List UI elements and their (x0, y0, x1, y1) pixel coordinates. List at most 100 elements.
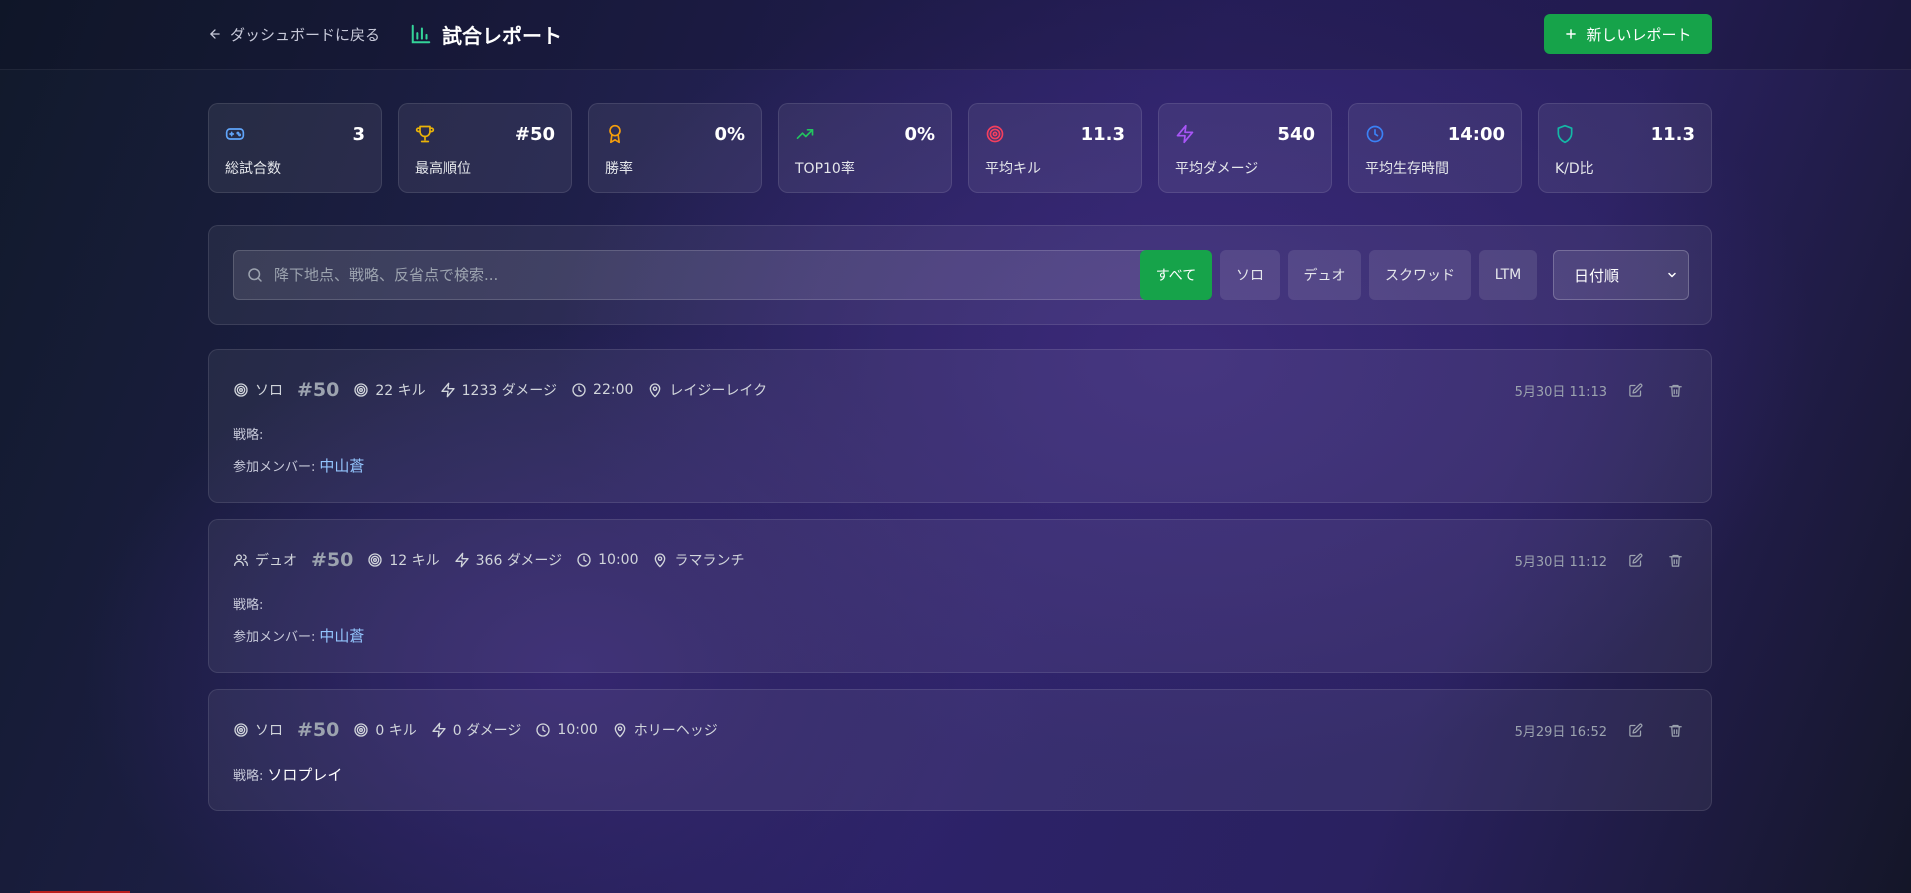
zap-icon (440, 382, 455, 398)
top-bar: ダッシュボードに戻る 試合レポート 新しいレポート (0, 0, 1911, 70)
match-damage-value: 1233 ダメージ (461, 383, 558, 399)
back-to-dashboard-link[interactable]: ダッシュボードに戻る (208, 22, 380, 46)
match-meta: 5月30日 11:12 (1515, 548, 1687, 572)
edit-button[interactable] (1623, 718, 1647, 742)
back-label: ダッシュボードに戻る (230, 25, 381, 44)
map-pin-icon (655, 553, 666, 568)
delete-button[interactable] (1663, 548, 1687, 572)
target-icon (234, 723, 248, 737)
edit-icon (1628, 723, 1642, 737)
target-icon (986, 125, 1004, 143)
delete-button[interactable] (1663, 718, 1687, 742)
stat-card-avg-damage: 540 平均ダメージ (1158, 103, 1332, 193)
sort-label: 日付順 (1574, 266, 1620, 285)
match-kills-value: 12 キル (389, 553, 440, 569)
chevron-down-icon (1668, 272, 1676, 278)
match-damage-value: 0 ダメージ (452, 723, 522, 739)
stat-label: 最高順位 (415, 161, 471, 177)
bar-chart-icon (411, 24, 431, 44)
trash-icon (1668, 384, 1682, 397)
gamepad-icon (225, 128, 245, 140)
arrow-left-icon (210, 29, 220, 39)
match-card[interactable]: デュオ #50 12 キル 366 ダメージ 10:00 ラマランチ 5月30日… (208, 519, 1712, 673)
match-meta: 5月29日 16:52 (1515, 718, 1687, 742)
edit-button[interactable] (1623, 548, 1647, 572)
match-time-value: 22:00 (593, 382, 634, 398)
match-meta: 5月30日 11:13 (1515, 378, 1687, 402)
stat-value: 0% (714, 124, 745, 145)
match-location: レイジーレイク (647, 380, 767, 400)
plus-icon (1566, 29, 1577, 39)
search-box (233, 250, 1173, 300)
clock-icon (1366, 125, 1384, 143)
stat-label: 総試合数 (225, 161, 281, 177)
search-icon (248, 268, 262, 282)
match-damage: 1233 ダメージ (440, 380, 557, 400)
stats-row: 3 総試合数 #50 最高順位 0% 勝率 0% TOP10率 11.3 平均キ… (208, 103, 1712, 193)
match-mode-label: ソロ (255, 723, 283, 739)
edit-icon (1628, 553, 1642, 567)
strategy-value: ソロプレイ (267, 766, 343, 784)
map-pin-icon (614, 723, 626, 738)
stat-card-top10-rate: 0% TOP10率 (778, 103, 952, 193)
stat-card-total-matches: 3 総試合数 (208, 103, 382, 193)
match-mode: デュオ (233, 550, 297, 570)
match-mode-label: ソロ (255, 383, 283, 399)
clock-icon (577, 553, 591, 567)
stat-value: 3 (352, 124, 365, 145)
mode-filter-all[interactable]: すべて (1140, 250, 1212, 300)
match-strategy: 戦略: (233, 424, 267, 443)
match-location: ホリーヘッジ (612, 720, 718, 740)
map-pin-icon (650, 383, 661, 398)
target-icon (354, 723, 369, 737)
target-icon (368, 553, 383, 567)
match-mode: ソロ (233, 720, 283, 740)
sort-select[interactable]: 日付順 (1553, 250, 1689, 300)
stat-value: 0% (904, 124, 935, 145)
stat-label: 平均キル (985, 161, 1041, 177)
stat-label: K/D比 (1555, 161, 1594, 177)
mode-filter-solo[interactable]: ソロ (1220, 250, 1280, 300)
match-location-value: ホリーヘッジ (633, 723, 718, 739)
delete-button[interactable] (1663, 378, 1687, 402)
trending-up-icon (796, 129, 814, 139)
page-title-text: 試合レポート (442, 23, 562, 48)
stat-value: 540 (1277, 124, 1315, 145)
match-members: 参加メンバー: 中山蒼 (233, 625, 364, 646)
new-report-label: 新しいレポート (1586, 25, 1692, 44)
match-damage: 366 ダメージ (454, 550, 562, 570)
match-card[interactable]: ソロ #50 22 キル 1233 ダメージ 22:00 レイジーレイク 5月3… (208, 349, 1712, 503)
mode-filter-squad[interactable]: スクワッド (1369, 250, 1471, 300)
stat-value: 14:00 (1447, 124, 1505, 145)
match-time: 10:00 (535, 722, 598, 738)
users-icon (234, 554, 248, 566)
match-time: 10:00 (576, 552, 638, 568)
page-title: 試合レポート (410, 18, 562, 50)
trash-icon (1668, 554, 1682, 567)
match-date: 5月29日 16:52 (1514, 724, 1607, 740)
edit-button[interactable] (1623, 378, 1647, 402)
match-card[interactable]: ソロ #50 0 キル 0 ダメージ 10:00 ホリーヘッジ 5月29日 16… (208, 689, 1712, 811)
stat-card-avg-kills: 11.3 平均キル (968, 103, 1142, 193)
match-mode: ソロ (233, 380, 283, 400)
match-summary: ソロ #50 0 キル 0 ダメージ 10:00 ホリーヘッジ (233, 718, 718, 742)
mode-filter-duo[interactable]: デュオ (1288, 250, 1361, 300)
search-input[interactable] (274, 266, 1154, 284)
shield-icon (1557, 124, 1573, 144)
mode-filter-ltm[interactable]: LTM (1479, 250, 1537, 300)
match-kills: 0 キル (353, 720, 417, 740)
match-kills-value: 22 キル (375, 383, 426, 399)
strategy-label: 戦略: (233, 598, 264, 613)
stat-value: 11.3 (1080, 124, 1125, 145)
match-summary: デュオ #50 12 キル 366 ダメージ 10:00 ラマランチ (233, 548, 744, 572)
match-kills: 12 キル (367, 550, 440, 570)
stat-card-win-rate: 0% 勝率 (588, 103, 762, 193)
match-rank: #50 (297, 719, 340, 741)
new-report-button[interactable]: 新しいレポート (1544, 14, 1712, 54)
stat-value: 11.3 (1650, 124, 1695, 145)
match-damage-value: 366 ダメージ (475, 553, 563, 569)
match-summary: ソロ #50 22 キル 1233 ダメージ 22:00 レイジーレイク (233, 378, 767, 402)
members-label: 参加メンバー: (233, 460, 316, 475)
match-members: 参加メンバー: 中山蒼 (233, 455, 364, 476)
strategy-label: 戦略: (233, 428, 264, 443)
